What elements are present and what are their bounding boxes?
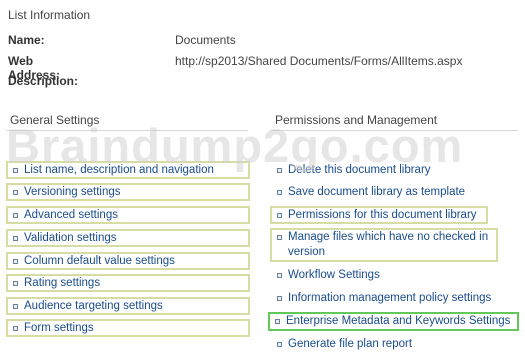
link-enterprise-metadata-keywords[interactable]: Enterprise Metadata and Keywords Setting…	[268, 312, 519, 331]
link-versioning-settings[interactable]: Versioning settings	[6, 183, 250, 201]
general-settings-heading: General Settings	[10, 113, 100, 127]
link-delete-document-library[interactable]: Delete this document library	[272, 163, 516, 178]
bullet-icon	[13, 213, 18, 218]
link-label: Save document library as template	[288, 186, 466, 198]
bullet-icon	[13, 259, 18, 264]
permissions-heading: Permissions and Management	[275, 113, 438, 127]
name-value: Documents	[175, 33, 236, 47]
link-label: Rating settings	[24, 277, 101, 289]
bullet-icon	[277, 168, 282, 173]
bullet-icon	[13, 168, 18, 173]
list-information-title: List Information	[8, 8, 91, 22]
link-label: Validation settings	[24, 232, 117, 244]
link-rating-settings[interactable]: Rating settings	[6, 274, 250, 292]
link-permissions-for-library[interactable]: Permissions for this document library	[270, 206, 488, 224]
link-label: Audience targeting settings	[24, 300, 163, 312]
bullet-icon	[277, 190, 282, 195]
bullet-icon	[277, 213, 282, 218]
link-label: List name, description and navigation	[24, 164, 214, 176]
link-save-as-template[interactable]: Save document library as template	[272, 185, 516, 200]
link-column-default-value-settings[interactable]: Column default value settings	[6, 252, 250, 270]
link-label: Advanced settings	[24, 209, 118, 221]
link-label: Delete this document library	[288, 164, 431, 176]
link-generate-file-plan-report[interactable]: Generate file plan report	[272, 337, 516, 352]
link-information-management-policy[interactable]: Information management policy settings	[272, 291, 516, 306]
link-label: Information management policy settings	[288, 292, 492, 304]
bullet-icon	[275, 319, 280, 324]
bullet-icon	[13, 304, 18, 309]
bullet-icon	[277, 296, 282, 301]
link-label: Generate file plan report	[288, 338, 413, 350]
link-form-settings[interactable]: Form settings	[6, 319, 250, 337]
link-label: Form settings	[24, 322, 94, 334]
link-label: Versioning settings	[24, 186, 121, 198]
description-label: Description:	[8, 74, 79, 88]
permissions-rule	[270, 130, 518, 131]
bullet-icon	[13, 190, 18, 195]
web-address-value: http://sp2013/Shared Documents/Forms/All…	[175, 54, 463, 68]
bullet-icon	[13, 236, 18, 241]
link-audience-targeting-settings[interactable]: Audience targeting settings	[6, 297, 250, 315]
link-list-name-description-navigation[interactable]: List name, description and navigation	[6, 161, 250, 179]
bullet-icon	[277, 273, 282, 278]
link-label: Manage files which have no checked in ve…	[288, 231, 489, 258]
bullet-icon	[13, 326, 18, 331]
link-workflow-settings[interactable]: Workflow Settings	[272, 268, 516, 283]
link-label: Workflow Settings	[288, 269, 380, 281]
bullet-icon	[277, 235, 282, 240]
link-validation-settings[interactable]: Validation settings	[6, 229, 250, 247]
name-label: Name:	[8, 33, 45, 47]
bullet-icon	[277, 342, 282, 347]
general-settings-rule	[6, 130, 248, 131]
link-advanced-settings[interactable]: Advanced settings	[6, 206, 250, 224]
link-label: Column default value settings	[24, 255, 175, 267]
bullet-icon	[13, 281, 18, 286]
link-label: Enterprise Metadata and Keywords Setting…	[286, 315, 511, 327]
link-manage-files-no-checked-in-version[interactable]: Manage files which have no checked in ve…	[270, 228, 498, 262]
link-label: Permissions for this document library	[288, 209, 477, 221]
